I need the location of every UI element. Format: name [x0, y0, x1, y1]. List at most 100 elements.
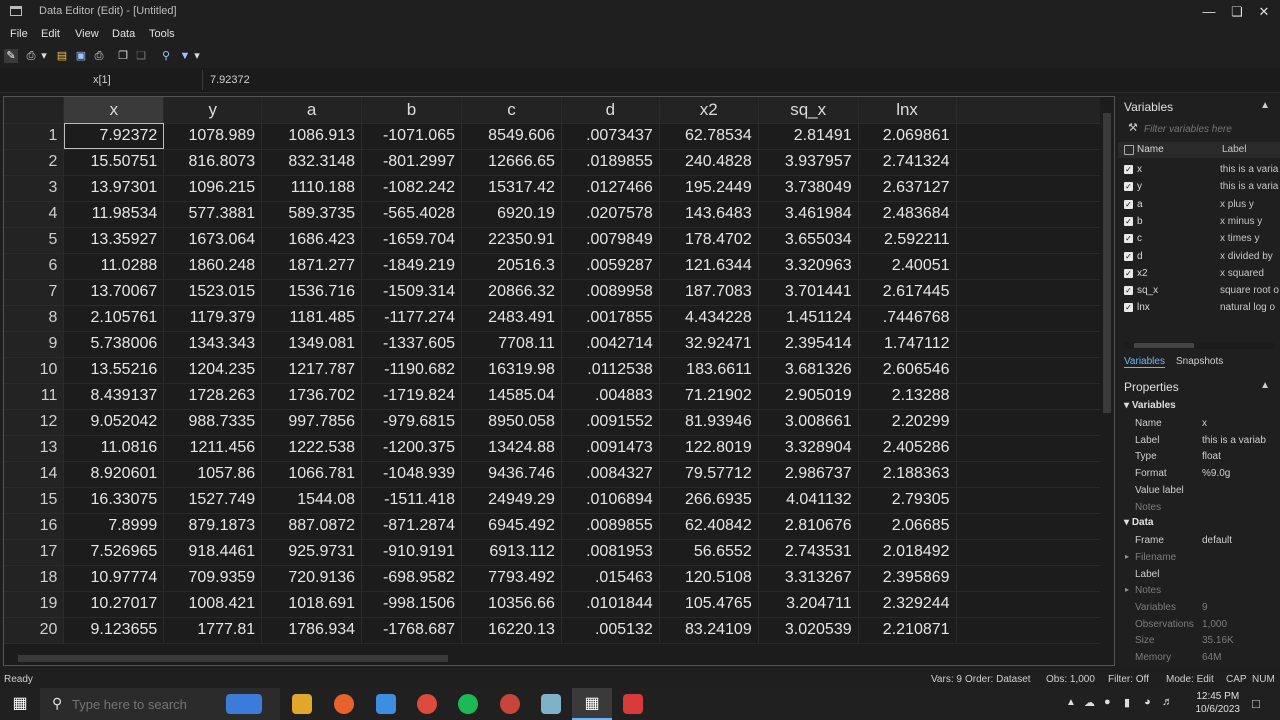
menu-file[interactable]: File: [10, 28, 28, 40]
data-cell[interactable]: 1728.263: [163, 383, 263, 410]
data-cell[interactable]: 1544.08: [261, 487, 363, 514]
data-cell[interactable]: 1523.015: [163, 279, 263, 306]
data-cell[interactable]: 879.1873: [163, 513, 263, 540]
recorder-icon[interactable]: [623, 694, 643, 714]
data-cell[interactable]: 2.81491: [758, 123, 859, 150]
tab-snapshots[interactable]: Snapshots: [1176, 356, 1223, 367]
data-cell[interactable]: 9.052042: [63, 409, 165, 436]
print-menu-icon[interactable]: ⎙: [24, 49, 38, 63]
properties-section-data[interactable]: ▾ Data: [1124, 517, 1154, 528]
data-cell[interactable]: 577.3881: [163, 201, 263, 228]
data-cell[interactable]: 2.606546: [858, 357, 957, 384]
data-cell[interactable]: 7.526965: [63, 539, 165, 566]
data-cell[interactable]: 3.020539: [758, 617, 859, 644]
data-cell[interactable]: 62.40842: [659, 513, 759, 540]
data-cell[interactable]: .0073437: [561, 123, 660, 150]
data-cell[interactable]: 2.592211: [858, 227, 957, 254]
data-cell[interactable]: 8950.058: [461, 409, 562, 436]
data-cell[interactable]: 2.395869: [858, 565, 957, 592]
variable-row-x[interactable]: ✓ x this is a varia: [1118, 161, 1280, 178]
column-header-sq_x[interactable]: sq_x: [758, 97, 859, 124]
data-cell[interactable]: .0101844: [561, 591, 660, 618]
data-cell[interactable]: -1071.065: [361, 123, 462, 150]
data-cell[interactable]: 81.93946: [659, 409, 759, 436]
data-cell[interactable]: 3.655034: [758, 227, 859, 254]
data-cell[interactable]: 1217.787: [261, 357, 363, 384]
data-cell[interactable]: 83.24109: [659, 617, 759, 644]
row-number[interactable]: 15: [4, 487, 65, 514]
data-cell[interactable]: 15.50751: [63, 149, 165, 176]
column-header-name[interactable]: Name: [1137, 144, 1164, 155]
chevron-up-icon[interactable]: ▲: [1066, 697, 1076, 708]
data-cell[interactable]: 2.40051: [858, 253, 957, 280]
edit-mode-icon[interactable]: ✎: [4, 49, 18, 63]
data-cell[interactable]: .005132: [561, 617, 660, 644]
data-cell[interactable]: 1204.235: [163, 357, 263, 384]
data-cell[interactable]: 3.313267: [758, 565, 859, 592]
data-cell[interactable]: 15317.42: [461, 175, 562, 202]
data-cell[interactable]: -1082.242: [361, 175, 462, 202]
chevron-right-icon[interactable]: ▸: [1125, 585, 1129, 594]
data-cell[interactable]: 3.320963: [758, 253, 859, 280]
row-number[interactable]: 7: [4, 279, 65, 306]
data-cell[interactable]: .0059287: [561, 253, 660, 280]
data-cell[interactable]: 2.188363: [858, 461, 957, 488]
data-cell[interactable]: 887.0872: [261, 513, 363, 540]
menu-view[interactable]: View: [75, 28, 99, 40]
column-header-a[interactable]: a: [261, 97, 363, 124]
row-number[interactable]: 13: [4, 435, 65, 462]
vertical-scrollbar[interactable]: [1100, 97, 1114, 653]
row-number[interactable]: 10: [4, 357, 65, 384]
chrome-profile-icon[interactable]: [500, 694, 520, 714]
chevron-down-icon[interactable]: ▾: [40, 49, 48, 63]
data-cell[interactable]: 2.637127: [858, 175, 957, 202]
data-cell[interactable]: .0079849: [561, 227, 660, 254]
chevron-down-icon[interactable]: ▾: [1124, 517, 1132, 528]
data-cell[interactable]: 266.6935: [659, 487, 759, 514]
data-cell[interactable]: 7708.11: [461, 331, 562, 358]
data-cell[interactable]: 195.2449: [659, 175, 759, 202]
print-icon[interactable]: ⎙: [92, 49, 106, 63]
data-cell[interactable]: .0091552: [561, 409, 660, 436]
column-header-d[interactable]: d: [561, 97, 660, 124]
data-cell[interactable]: 2.13288: [858, 383, 957, 410]
data-cell[interactable]: .0091473: [561, 435, 660, 462]
cell-value-field[interactable]: 7.92372: [210, 74, 250, 86]
scroll-thumb[interactable]: [18, 655, 448, 662]
data-cell[interactable]: 13424.88: [461, 435, 562, 462]
data-cell[interactable]: 11.98534: [63, 201, 165, 228]
filter-variables-input[interactable]: [1144, 121, 1272, 137]
data-cell[interactable]: 8549.606: [461, 123, 562, 150]
data-cell[interactable]: 13.55216: [63, 357, 165, 384]
data-cell[interactable]: 2.06685: [858, 513, 957, 540]
search-icon[interactable]: ⚲: [159, 49, 173, 63]
data-cell[interactable]: 4.041132: [758, 487, 859, 514]
data-cell[interactable]: 12666.65: [461, 149, 562, 176]
row-number[interactable]: 16: [4, 513, 65, 540]
data-cell[interactable]: -698.9582: [361, 565, 462, 592]
data-cell[interactable]: 143.6483: [659, 201, 759, 228]
grid-corner[interactable]: [4, 97, 65, 124]
property-row[interactable]: Memory 64M: [1118, 651, 1280, 666]
data-cell[interactable]: 1.451124: [758, 305, 859, 332]
data-cell[interactable]: 16220.13: [461, 617, 562, 644]
data-cell[interactable]: 120.5108: [659, 565, 759, 592]
data-cell[interactable]: 918.4461: [163, 539, 263, 566]
scroll-thumb[interactable]: [1134, 343, 1194, 348]
data-cell[interactable]: 14585.04: [461, 383, 562, 410]
data-cell[interactable]: 11.0816: [63, 435, 165, 462]
data-cell[interactable]: 1786.934: [261, 617, 363, 644]
row-number[interactable]: 11: [4, 383, 65, 410]
data-cell[interactable]: -1509.314: [361, 279, 462, 306]
property-row[interactable]: Frame default: [1118, 534, 1280, 550]
data-cell[interactable]: 10356.66: [461, 591, 562, 618]
property-row[interactable]: ▸ Filename: [1118, 551, 1280, 567]
data-cell[interactable]: .015463: [561, 565, 660, 592]
row-number[interactable]: 4: [4, 201, 65, 228]
data-cell[interactable]: 1179.379: [163, 305, 263, 332]
data-cell[interactable]: -871.2874: [361, 513, 462, 540]
data-cell[interactable]: 2.483684: [858, 201, 957, 228]
data-cell[interactable]: 2.905019: [758, 383, 859, 410]
row-number[interactable]: 12: [4, 409, 65, 436]
data-cell[interactable]: 2.79305: [858, 487, 957, 514]
